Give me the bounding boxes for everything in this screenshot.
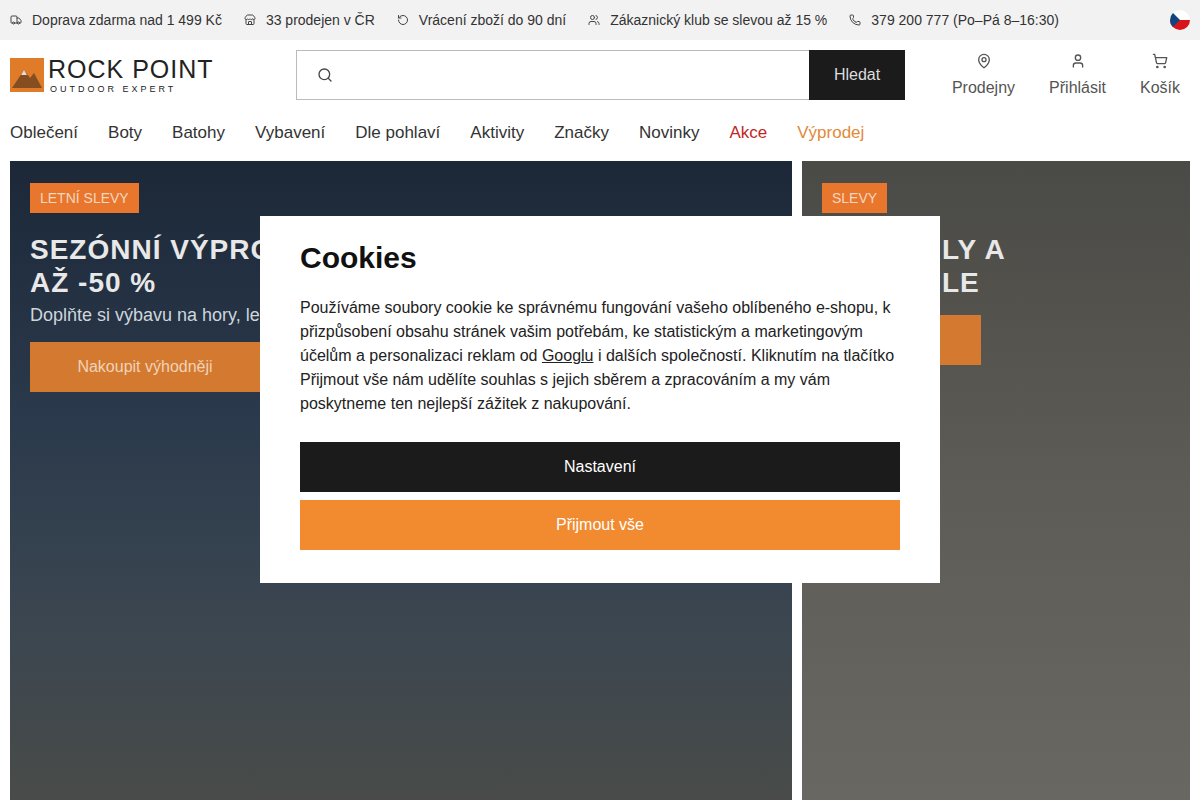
pin-icon (976, 53, 992, 69)
store-icon (244, 14, 256, 26)
header-link[interactable]: Košík (1140, 53, 1180, 97)
czech-flag-icon[interactable] (1170, 10, 1190, 30)
logo[interactable]: ROCK POINTOUTDOOR EXPERT (10, 57, 246, 94)
accept-button[interactable]: Přijmout vše (300, 500, 900, 550)
nav-item[interactable]: Akce (729, 123, 767, 143)
google-link[interactable]: Googlu (542, 347, 594, 364)
header: ROCK POINTOUTDOOR EXPERT Hledat Prodejny Př… (0, 40, 1200, 110)
top-bar-item: Vrácení zboží do 90 dní (397, 12, 566, 28)
top-bar-item: 379 200 777 (Po–Pá 8–16:30) (849, 12, 1059, 28)
search-icon (317, 67, 333, 83)
search-field[interactable] (296, 50, 809, 100)
search-input[interactable] (343, 65, 809, 85)
nav-item[interactable]: Aktivity (470, 123, 524, 143)
header-link[interactable]: Prodejny (952, 53, 1015, 97)
nav-item[interactable]: Oblečení (10, 123, 78, 143)
banner-title: SEZÓNNÍ VÝPROAŽ -50 % (30, 233, 273, 299)
banner-badge: LETNÍ SLEVY (30, 183, 139, 213)
nav-item[interactable]: Vybavení (255, 123, 325, 143)
nav-item[interactable]: Výprodej (797, 123, 864, 143)
nav-item[interactable]: Značky (554, 123, 609, 143)
main-nav: Oblečení Boty Batohy Vybavení Dle pohlaví Akt… (0, 110, 1200, 155)
top-bar-item: Zákaznický klub se slevou až 15 % (588, 12, 827, 28)
banner-subtitle: Doplňte si výbavu na hory, le (30, 305, 260, 326)
dialog-title: Cookies (300, 240, 900, 276)
nav-item[interactable]: Dle pohlaví (355, 123, 440, 143)
cart-icon (1152, 53, 1168, 69)
search: Hledat (296, 50, 905, 100)
nav-item[interactable]: Novinky (639, 123, 699, 143)
return-icon (397, 14, 409, 26)
banner-badge: SLEVY (822, 183, 887, 213)
header-link[interactable]: Přihlásit (1049, 53, 1106, 97)
banner-button[interactable]: Nakoupit výhodněji (30, 342, 260, 392)
nav-item[interactable]: Batohy (172, 123, 225, 143)
nav-item[interactable]: Boty (108, 123, 142, 143)
mountain-logo-icon (10, 58, 44, 92)
top-bar-item: 33 prodejen v ČR (244, 12, 375, 28)
phone-icon (849, 14, 861, 26)
banner-title: LY ALE (942, 233, 1006, 299)
top-bar-item: Doprava zdarma nad 1 499 Kč (10, 12, 222, 28)
search-button[interactable]: Hledat (809, 50, 905, 100)
user-icon (1070, 53, 1086, 69)
truck-icon (10, 14, 22, 26)
club-icon (588, 14, 600, 26)
dialog-text: Používáme soubory cookie ke správnému fu… (300, 296, 900, 416)
top-bar: Doprava zdarma nad 1 499 Kč 33 prodejen v… (0, 0, 1200, 40)
cookie-dialog: Cookies Používáme soubory cookie ke správ… (260, 216, 940, 583)
settings-button[interactable]: Nastavení (300, 442, 900, 492)
